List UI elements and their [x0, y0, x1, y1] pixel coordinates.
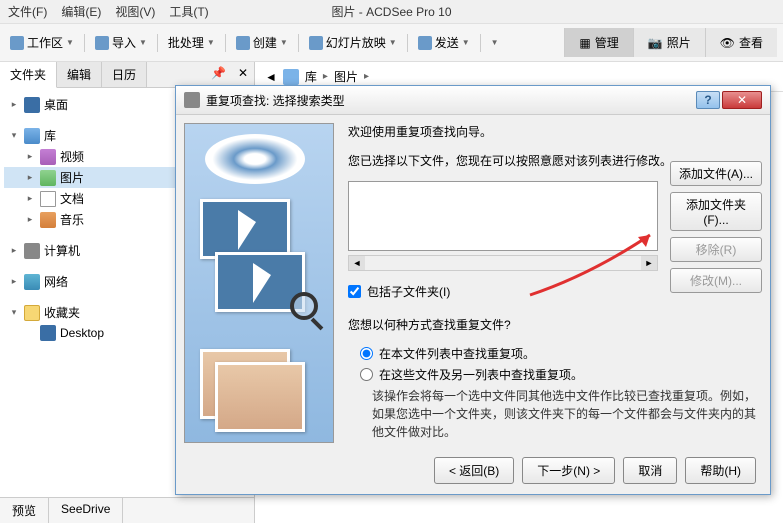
desktop-icon [24, 97, 40, 113]
breadcrumb-pictures[interactable]: 图片 [334, 68, 358, 85]
next-button[interactable]: 下一步(N) > [522, 457, 615, 484]
add-file-button[interactable]: 添加文件(A)... [670, 161, 762, 186]
import-icon [95, 36, 109, 50]
help-button[interactable]: 帮助(H) [685, 457, 756, 484]
overflow-dropdown[interactable]: ▼ [487, 36, 503, 49]
grid-icon: ▦ [579, 36, 590, 50]
import-dropdown[interactable]: 导入▼ [91, 32, 151, 53]
nav-back-icon[interactable]: ◄ [265, 70, 277, 84]
back-button[interactable]: < 返回(B) [434, 457, 514, 484]
desktop-icon [40, 325, 56, 341]
dialog-title: 重复项查找: 选择搜索类型 [206, 92, 696, 109]
add-folder-button[interactable]: 添加文件夹(F)... [670, 192, 762, 231]
close-panel-icon[interactable]: ✕ [232, 62, 254, 87]
chevron-right-icon: ▸ [364, 71, 369, 82]
tab-edit[interactable]: 编辑 [57, 62, 102, 87]
slideshow-icon [309, 36, 323, 50]
favorites-icon [24, 305, 40, 321]
documents-icon [40, 191, 56, 207]
batch-dropdown[interactable]: 批处理▼ [164, 32, 219, 53]
radio-another-list-label: 在这些文件及另一列表中查找重复项。 [379, 366, 583, 383]
radio-another-list[interactable] [360, 368, 373, 381]
horizontal-scrollbar[interactable]: ◄ ► [348, 255, 658, 271]
duplicate-finder-dialog: 重复项查找: 选择搜索类型 ? ✕ 欢迎使用重复项查找向导。 您已选择以下文件，… [175, 85, 771, 495]
menu-view[interactable]: 视图(V) [115, 3, 155, 20]
camera-icon: 📷 [648, 36, 663, 50]
menubar: 文件(F) 编辑(E) 视图(V) 工具(T) 图片 - ACDSee Pro … [0, 0, 783, 24]
dialog-help-button[interactable]: ? [696, 91, 720, 109]
tab-folders[interactable]: 文件夹 [0, 62, 57, 88]
include-subfolders-label: 包括子文件夹(I) [367, 283, 450, 300]
wizard-welcome: 欢迎使用重复项查找向导。 [348, 123, 762, 140]
workspace-dropdown[interactable]: 工作区▼ [6, 32, 78, 53]
create-icon [236, 36, 250, 50]
tab-calendar[interactable]: 日历 [102, 62, 147, 87]
library-icon [24, 128, 40, 144]
create-dropdown[interactable]: 创建▼ [232, 32, 292, 53]
computer-icon [24, 243, 40, 259]
radio-this-list[interactable] [360, 347, 373, 360]
music-icon [40, 212, 56, 228]
method-note: 该操作会将每一个选中文件同其他选中文件作比较已查找重复项。例如，如果您选中一个文… [372, 387, 762, 441]
cancel-button[interactable]: 取消 [623, 457, 677, 484]
scroll-left-icon[interactable]: ◄ [349, 256, 365, 270]
slideshow-dropdown[interactable]: 幻灯片放映▼ [305, 32, 401, 53]
mode-manage[interactable]: ▦管理 [564, 28, 632, 57]
magnifier-icon [290, 292, 318, 320]
include-subfolders-checkbox[interactable] [348, 285, 361, 298]
toolbar: 工作区▼ 导入▼ 批处理▼ 创建▼ 幻灯片放映▼ 发送▼ ▼ ▦管理 📷照片 👁… [0, 24, 783, 62]
menu-edit[interactable]: 编辑(E) [61, 3, 101, 20]
pin-icon[interactable]: 📌 [205, 62, 232, 87]
mode-photo[interactable]: 📷照片 [633, 28, 705, 57]
send-icon [418, 36, 432, 50]
radio-this-list-label: 在本文件列表中查找重复项。 [379, 345, 535, 362]
workspace-icon [10, 36, 24, 50]
library-icon [283, 69, 299, 85]
send-dropdown[interactable]: 发送▼ [414, 32, 474, 53]
dialog-icon [184, 92, 200, 108]
network-icon [24, 274, 40, 290]
remove-button[interactable]: 移除(R) [670, 237, 762, 262]
app-title: 图片 - ACDSee Pro 10 [331, 3, 451, 20]
dialog-titlebar[interactable]: 重复项查找: 选择搜索类型 ? ✕ [176, 86, 770, 115]
file-list[interactable] [348, 181, 658, 251]
menu-tools[interactable]: 工具(T) [169, 3, 208, 20]
wizard-image [184, 123, 334, 443]
eye-icon: 👁 [720, 36, 735, 50]
mode-view[interactable]: 👁查看 [705, 28, 777, 57]
pictures-icon [40, 170, 56, 186]
search-method-question: 您想以何种方式查找重复文件? [348, 316, 762, 333]
menu-file[interactable]: 文件(F) [8, 3, 47, 20]
scroll-right-icon[interactable]: ► [641, 256, 657, 270]
modify-button[interactable]: 修改(M)... [670, 268, 762, 293]
chevron-right-icon: ▸ [323, 71, 328, 82]
dialog-close-button[interactable]: ✕ [722, 91, 762, 109]
video-icon [40, 149, 56, 165]
breadcrumb-library[interactable]: 库 [305, 68, 317, 85]
